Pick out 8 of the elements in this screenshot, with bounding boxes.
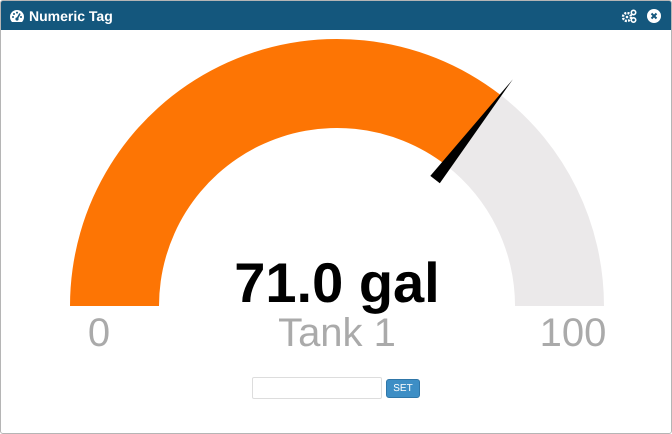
close-icon[interactable] xyxy=(647,8,661,22)
settings-icon[interactable] xyxy=(621,8,637,22)
gauge-icon xyxy=(9,8,25,22)
window-title: Numeric Tag xyxy=(29,8,113,24)
gauge-max: 100 xyxy=(540,311,606,348)
set-button[interactable]: SET xyxy=(386,378,420,398)
value-input-field[interactable] xyxy=(252,377,382,399)
gauge-min: 0 xyxy=(88,311,110,348)
